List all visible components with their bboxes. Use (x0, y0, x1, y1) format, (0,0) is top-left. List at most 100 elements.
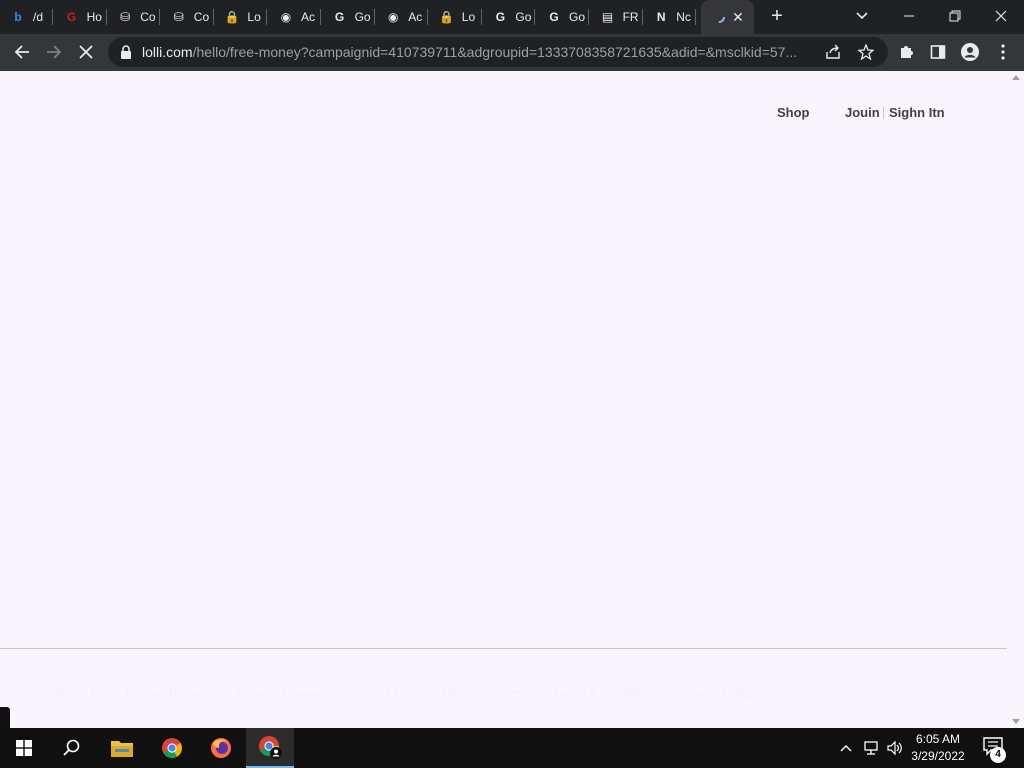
footer-link[interactable]: Press Kit (56, 686, 104, 700)
browser-tab[interactable]: ▤ FR (590, 0, 643, 34)
system-clock[interactable]: 6:05 AM 3/29/2022 (902, 731, 974, 765)
tab-active[interactable] (701, 0, 754, 34)
footer-link[interactable]: Help (442, 686, 467, 700)
page-scrollbar[interactable] (1008, 71, 1024, 728)
address-bar[interactable]: lolli.com/hello/free-money?campaignid=41… (108, 37, 888, 67)
close-window-button[interactable] (978, 0, 1024, 32)
footer-link[interactable]: Terms & Conditions (554, 686, 658, 700)
footer-divider (0, 648, 1007, 649)
tab-strip: b/d G Ho ⛁ Co ⛁ Co 🔒 Lo ◉ Ac G Go ◉ Ac 🔒 Lo G Go G Go ▤ FR N Nc … (0, 0, 1024, 34)
footer-link[interactable]: Privacy Policy (680, 686, 755, 700)
puzzle-icon (901, 46, 913, 58)
browser-toolbar: lolli.com/hello/free-money?campaignid=41… (0, 34, 1024, 71)
gme-icon: G (66, 10, 77, 24)
more-vert-icon (1001, 44, 1005, 60)
document-icon: ▤ (601, 10, 614, 24)
globe-icon: ◉ (280, 10, 292, 24)
nav-shop-link[interactable]: Shop (777, 105, 810, 120)
browser-tab[interactable]: ◉ Ac (268, 0, 321, 34)
loading-icon (711, 9, 727, 25)
nav-divider (883, 107, 884, 119)
browser-tab[interactable]: G Ho (54, 0, 107, 34)
url-host: lolli.com (142, 44, 193, 60)
restore-window-button[interactable] (932, 0, 978, 32)
minimize-window-button[interactable] (886, 0, 932, 32)
firefox-taskbar-button[interactable] (197, 728, 245, 768)
share-icon[interactable] (824, 43, 842, 61)
url-path: /hello/free-money?campaignid=410739711&a… (192, 44, 798, 60)
new-tab-button[interactable]: + (766, 5, 788, 27)
browser-tab[interactable]: b/d (0, 0, 53, 34)
browser-tab[interactable]: ⛁ Co (107, 0, 161, 34)
scroll-down-arrow-icon[interactable] (1012, 719, 1020, 724)
tab-title: /d (33, 10, 44, 24)
browser-tab[interactable]: G Go (482, 0, 536, 34)
stop-loading-button[interactable] (71, 37, 101, 67)
browser-tab[interactable]: G Go (536, 0, 589, 34)
lock-icon (121, 45, 131, 59)
clock-date: 3/29/2022 (911, 749, 965, 763)
chrome-taskbar-button[interactable] (148, 728, 196, 768)
start-button[interactable] (0, 728, 48, 768)
scroll-up-arrow-icon[interactable] (1012, 75, 1020, 80)
avatar-icon (961, 43, 979, 61)
tab-title: Lo (247, 10, 261, 24)
firefox-icon (211, 738, 231, 758)
browser-tab[interactable]: ⛁ Co (161, 0, 214, 34)
web-page: Shop Jouin Sighn Itn Press Kit Partner Pr… (0, 71, 1024, 728)
browser-tab[interactable]: ◉ Ac (375, 0, 429, 34)
back-button[interactable] (7, 37, 37, 67)
windows-logo-icon (16, 740, 32, 756)
bookmark-star-icon[interactable] (857, 43, 875, 61)
bing-icon: b (14, 10, 22, 24)
globe-icon: ◉ (387, 10, 399, 24)
coinbase-icon: ⛁ (120, 10, 131, 24)
nav-join-link[interactable]: Jouin (845, 105, 880, 120)
chrome-menu-button[interactable] (988, 37, 1018, 67)
browser-tab[interactable]: G Go (322, 0, 375, 34)
lock-icon: 🔒 (224, 10, 240, 24)
forward-arrow-icon (47, 45, 62, 59)
coinbase-icon: ⛁ (173, 10, 184, 24)
browser-tab[interactable]: 🔒 Lo (429, 0, 482, 34)
tab-title: Co (193, 10, 210, 24)
windows-taskbar: 6:05 AM 3/29/2022 4 (0, 728, 1024, 768)
google-icon: G (549, 10, 559, 24)
folder-icon (111, 741, 133, 757)
tab-title: Go (515, 10, 532, 24)
chrome-icon (162, 738, 182, 759)
nav-signin-link[interactable]: Sighn Itn (889, 105, 945, 120)
file-explorer-button[interactable] (98, 728, 146, 768)
chat-widget-tab[interactable] (0, 707, 10, 728)
footer-link[interactable]: Shop & Earn (352, 686, 420, 700)
tab-title: Co (140, 10, 156, 24)
url-text[interactable]: lolli.com/hello/free-money?campaignid=41… (142, 44, 817, 60)
footer-links: Press Kit Partner Program Referral Rewards… (56, 686, 754, 700)
close-tab-icon[interactable]: ✕ (730, 9, 746, 25)
browser-tab[interactable]: 🔒 Lo (214, 0, 268, 34)
search-icon (63, 739, 80, 756)
tab-search-icon[interactable] (852, 8, 872, 24)
show-hidden-icons-chevron-up-icon[interactable] (836, 738, 856, 758)
close-icon (79, 45, 93, 59)
clock-time: 6:05 AM (915, 732, 961, 746)
profile-button[interactable] (955, 37, 985, 67)
side-panel-button[interactable] (923, 37, 953, 67)
forward-button[interactable] (39, 37, 69, 67)
extensions-button[interactable] (891, 37, 921, 67)
notification-count-badge: 4 (990, 747, 1006, 763)
chrome-profile-taskbar-button[interactable] (246, 728, 294, 768)
browser-tab[interactable]: N Nc (643, 0, 697, 34)
tab-title: Nc (676, 10, 691, 24)
tab-title: Go (354, 10, 371, 24)
search-button[interactable] (48, 728, 96, 768)
chrome-profile-icon (259, 736, 282, 759)
footer-link[interactable]: Careers (489, 686, 532, 700)
footer-link[interactable]: Partner Program (126, 686, 215, 700)
tab-title: Ho (86, 10, 102, 24)
footer-link[interactable]: Referral Rewards (237, 686, 330, 700)
network-icon[interactable] (861, 738, 881, 758)
tab-title: Ac (408, 10, 423, 24)
tab-title: Ac (301, 10, 316, 24)
google-icon: G (334, 10, 345, 24)
